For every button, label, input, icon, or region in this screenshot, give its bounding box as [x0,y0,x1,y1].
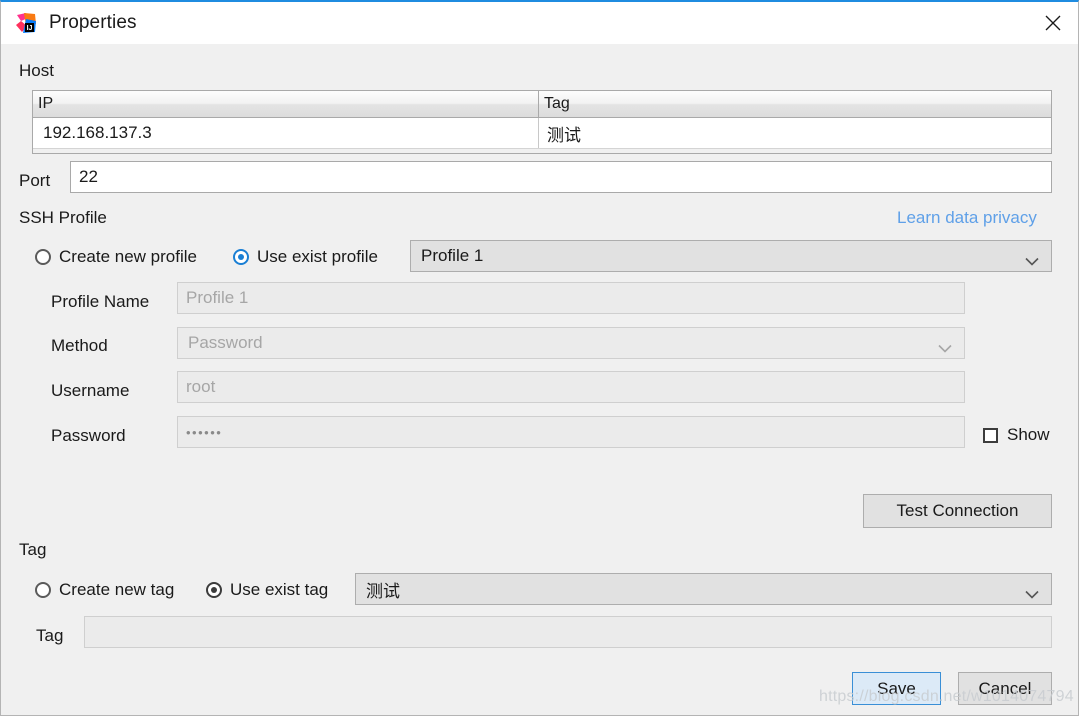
radio-create-new-tag[interactable]: Create new tag [35,580,174,600]
username-input[interactable]: root [177,371,965,403]
host-table[interactable]: IP Tag 192.168.137.3 测试 [32,90,1052,154]
radio-label-create-new-tag: Create new tag [59,580,175,599]
cell-ip: 192.168.137.3 [33,118,539,148]
intellij-idea-icon: IJ [15,12,37,34]
ssh-profile-section-label: SSH Profile [19,208,107,227]
radio-label-create-new-profile: Create new profile [59,247,197,266]
profile-name-input[interactable]: Profile 1 [177,282,965,314]
tag-input[interactable] [84,616,1052,648]
password-label: Password [51,426,126,445]
profile-select[interactable]: Profile 1 [410,240,1052,272]
username-label: Username [51,381,130,400]
port-input[interactable]: 22 [70,161,1052,193]
profile-name-label: Profile Name [51,292,150,311]
radio-indicator-create-new-profile [35,249,51,265]
radio-indicator-use-exist-tag [206,582,222,598]
method-select[interactable]: Password [177,327,965,359]
chevron-down-icon [1025,252,1039,266]
radio-indicator-use-exist-profile [233,249,249,265]
column-header-tag[interactable]: Tag [539,91,1051,117]
title-bar: IJ Properties [1,2,1078,44]
window-title: Properties [49,12,137,33]
radio-label-use-exist-tag: Use exist tag [230,580,329,599]
column-header-ip[interactable]: IP [33,91,539,117]
radio-label-use-exist-profile: Use exist profile [257,247,378,266]
checkbox-indicator-show-password [983,427,998,443]
table-footer-strip [33,148,1051,153]
chevron-down-icon [938,339,952,353]
properties-dialog: IJ Properties Host IP Tag 192.168.137.3 … [0,0,1079,716]
radio-use-exist-tag[interactable]: Use exist tag [206,580,328,600]
close-icon [1045,15,1061,31]
close-button[interactable] [1028,2,1078,44]
test-connection-button[interactable]: Test Connection [863,494,1052,528]
radio-use-exist-profile[interactable]: Use exist profile [233,247,378,267]
host-section-label: Host [19,61,54,80]
radio-indicator-create-new-tag [35,582,51,598]
method-select-value: Password [188,333,263,352]
svg-text:IJ: IJ [27,25,33,32]
profile-select-value: Profile 1 [421,246,484,265]
cancel-button[interactable]: Cancel [958,672,1052,705]
tag-field-label: Tag [36,626,64,645]
learn-data-privacy-link[interactable]: Learn data privacy [897,208,1037,228]
radio-create-new-profile[interactable]: Create new profile [35,247,197,267]
tag-select[interactable]: 测试 [355,573,1052,605]
dialog-body: Host IP Tag 192.168.137.3 测试 Port 22 SSH… [1,44,1078,715]
password-input[interactable]: •••••• [177,416,965,448]
save-button[interactable]: Save [852,672,941,705]
table-row[interactable]: 192.168.137.3 测试 [33,118,1051,148]
cell-tag: 测试 [547,125,581,145]
tag-select-value: 测试 [366,581,400,601]
table-header-row: IP Tag [33,91,1051,118]
show-password-checkbox[interactable]: Show [983,425,1050,445]
port-label: Port [19,171,51,190]
method-label: Method [51,336,108,355]
tag-section-label: Tag [19,540,47,559]
checkbox-label-show-password: Show [1007,425,1050,444]
chevron-down-icon [1025,585,1039,599]
